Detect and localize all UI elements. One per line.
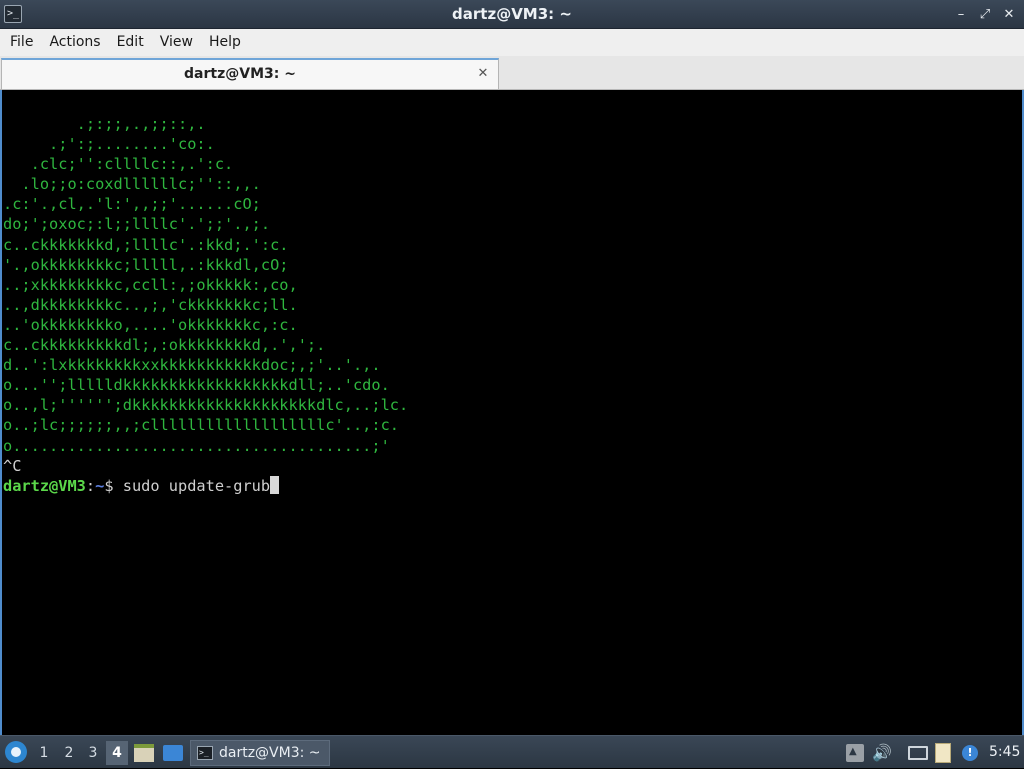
clock[interactable]: 5:45 bbox=[989, 736, 1020, 769]
prompt-separator: : bbox=[85, 476, 96, 495]
start-menu-icon[interactable] bbox=[5, 741, 27, 763]
interrupt-text: ^C bbox=[3, 456, 22, 475]
volume-icon[interactable]: 🔊 bbox=[872, 744, 892, 762]
prompt-symbol: $ bbox=[104, 476, 123, 495]
window-title: dartz@VM3: ~ bbox=[452, 5, 572, 23]
close-icon[interactable]: ✕ bbox=[1002, 7, 1016, 22]
workspace-2[interactable]: 2 bbox=[58, 741, 80, 765]
menu-bar: File Actions Edit View Help bbox=[0, 29, 1024, 56]
show-desktop-icon[interactable] bbox=[163, 745, 183, 761]
network-icon[interactable] bbox=[908, 746, 928, 760]
text-cursor bbox=[270, 475, 280, 494]
terminal-area[interactable]: .;:;;,.,;;::,. .;':;........'co:. .clc;'… bbox=[0, 90, 1024, 735]
workspace-3[interactable]: 3 bbox=[82, 741, 104, 765]
tray-expand-icon[interactable] bbox=[846, 744, 864, 762]
minimize-icon[interactable]: – bbox=[954, 7, 968, 22]
tab-label: dartz@VM3: ~ bbox=[184, 66, 296, 82]
menu-file[interactable]: File bbox=[2, 29, 41, 56]
prompt-path: ~ bbox=[95, 476, 105, 495]
task-label: dartz@VM3: ~ bbox=[219, 745, 321, 761]
tab-bar: dartz@VM3: ~ ✕ bbox=[0, 56, 1024, 90]
terminal-tab[interactable]: dartz@VM3: ~ ✕ bbox=[1, 58, 499, 89]
taskbar-task-terminal[interactable]: >_ dartz@VM3: ~ bbox=[190, 740, 330, 766]
prompt-user: dartz@VM3 bbox=[3, 476, 86, 495]
tab-close-icon[interactable]: ✕ bbox=[476, 67, 490, 81]
taskbar: 1 2 3 4 >_ dartz@VM3: ~ 🔊 ! 5:45 bbox=[0, 735, 1024, 768]
menu-view[interactable]: View bbox=[152, 29, 201, 56]
ascii-art-logo: .;:;;,.,;;::,. .;':;........'co:. .clc;'… bbox=[3, 115, 409, 455]
menu-help[interactable]: Help bbox=[201, 29, 249, 56]
terminal-icon: >_ bbox=[197, 746, 213, 760]
clipboard-icon[interactable] bbox=[935, 743, 951, 763]
menu-edit[interactable]: Edit bbox=[109, 29, 152, 56]
file-manager-icon[interactable] bbox=[134, 744, 154, 762]
workspace-4[interactable]: 4 bbox=[106, 741, 128, 765]
workspace-1[interactable]: 1 bbox=[33, 741, 55, 765]
notification-icon[interactable]: ! bbox=[962, 745, 978, 761]
menu-actions[interactable]: Actions bbox=[41, 29, 108, 56]
restore-icon[interactable]: ⤢ bbox=[978, 7, 992, 22]
command-input[interactable]: sudo update-grub bbox=[123, 477, 270, 495]
window-titlebar[interactable]: >_ dartz@VM3: ~ – ⤢ ✕ bbox=[0, 0, 1024, 29]
terminal-output: .;:;;,.,;;::,. .;':;........'co:. .clc;'… bbox=[3, 114, 408, 496]
